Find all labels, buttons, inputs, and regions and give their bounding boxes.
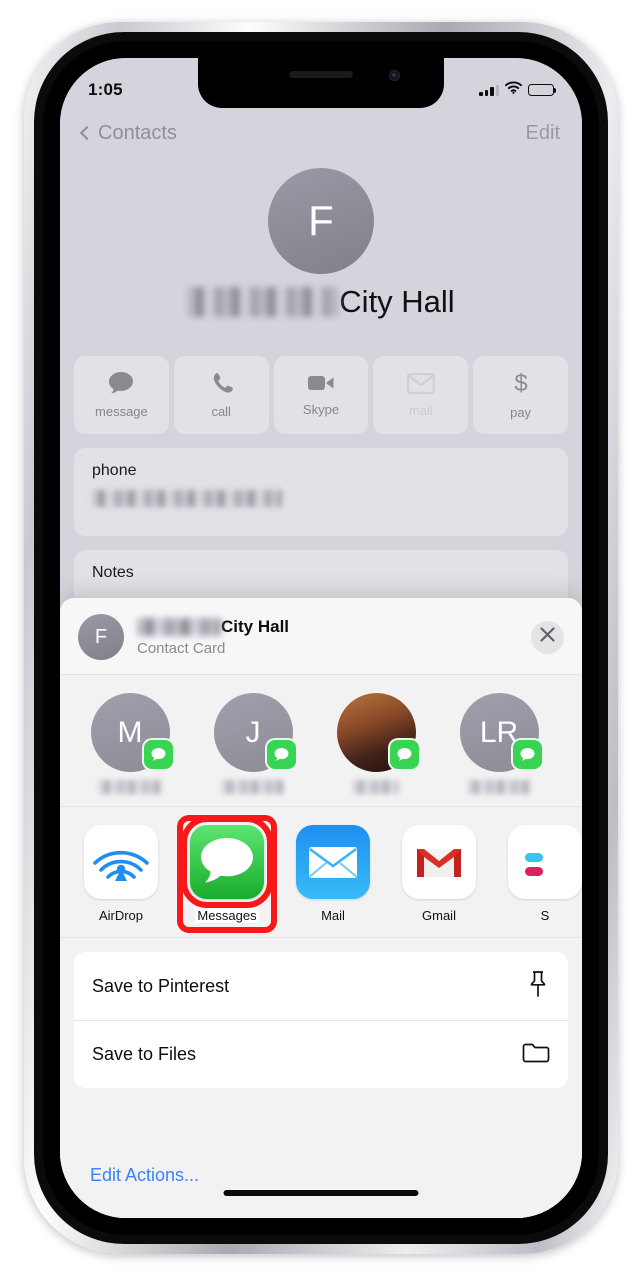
redacted-phone-number	[92, 490, 282, 507]
person-avatar-photo	[336, 693, 419, 772]
share-app-messages[interactable]: Messages	[177, 815, 277, 933]
person-initials: LR	[479, 715, 519, 749]
action-save-to-pinterest[interactable]: Save to Pinterest	[74, 952, 568, 1020]
edit-actions-button[interactable]: Edit Actions...	[60, 1149, 582, 1208]
phone-handset-icon	[209, 371, 234, 395]
gmail-icon	[402, 825, 476, 899]
share-app-mail[interactable]: Mail	[294, 825, 372, 923]
redacted-person-name	[222, 780, 284, 794]
person-avatar: M	[90, 693, 173, 772]
share-sheet-title-text: City Hall	[221, 617, 290, 636]
messages-icon	[181, 816, 273, 908]
quick-action-label: pay	[510, 405, 532, 420]
share-sheet-avatar: F	[78, 614, 124, 660]
message-bubble-icon	[108, 371, 134, 395]
status-bar-time: 1:05	[88, 80, 123, 99]
navigation-bar: Contacts Edit	[60, 114, 582, 152]
redacted-person-name	[353, 780, 399, 794]
pushpin-icon	[526, 970, 550, 1003]
share-sheet-title: City Hall	[137, 617, 531, 637]
contact-name-text: City Hall	[339, 284, 455, 319]
edit-button[interactable]: Edit	[526, 122, 560, 145]
suggested-person[interactable]: J	[205, 693, 301, 794]
home-indicator[interactable]	[223, 1190, 419, 1196]
suggested-people-row: M J LR	[60, 675, 582, 807]
folder-icon	[522, 1041, 550, 1069]
back-to-contacts-button[interactable]: Contacts	[79, 121, 177, 145]
quick-action-label: message	[95, 404, 148, 419]
action-save-to-files[interactable]: Save to Files	[74, 1020, 568, 1088]
video-camera-icon	[307, 373, 335, 393]
person-avatar: J	[213, 693, 296, 772]
field-label: Notes	[92, 564, 134, 581]
share-app-label: Gmail	[422, 908, 456, 923]
airdrop-icon	[84, 825, 158, 899]
share-sheet: F City Hall Contact Card M J LR AirDrop …	[60, 598, 582, 1218]
share-sheet-footer: Edit Actions...	[60, 1149, 582, 1218]
battery-icon	[528, 83, 557, 97]
contact-avatar: F	[268, 168, 374, 274]
messages-badge-icon	[266, 740, 296, 769]
quick-action-skype[interactable]: Skype	[273, 356, 369, 434]
quick-action-pay[interactable]: $ pay	[473, 356, 568, 434]
person-avatar: LR	[459, 693, 542, 772]
redacted-title-prefix	[137, 618, 221, 636]
quick-action-label: Skype	[302, 402, 340, 417]
share-sheet-titles: City Hall Contact Card	[137, 617, 531, 657]
share-sheet-subtitle: Contact Card	[137, 640, 226, 657]
share-avatar-initial: F	[94, 625, 108, 648]
person-initials: J	[245, 715, 261, 749]
messages-badge-icon	[143, 740, 173, 769]
share-sheet-header: F City Hall Contact Card	[60, 598, 582, 675]
slack-icon	[508, 825, 582, 899]
close-x-icon	[540, 627, 555, 647]
share-app-label: Mail	[321, 908, 345, 923]
person-initials: M	[117, 715, 143, 749]
redacted-name-prefix	[187, 287, 340, 317]
phone-screen: Contacts Edit F City Hall message call S…	[60, 58, 582, 1218]
share-app-gmail[interactable]: Gmail	[400, 825, 478, 923]
share-actions-list: Save to Pinterest Save to Files	[74, 952, 568, 1088]
quick-actions-row: message call Skype mail $ pay	[70, 356, 572, 434]
share-apps-row: AirDrop Messages Mail Gmail S	[60, 807, 582, 938]
chevron-left-icon	[79, 125, 95, 141]
close-share-sheet-button[interactable]	[531, 620, 564, 654]
screenshot-root: Contacts Edit F City Hall message call S…	[0, 0, 642, 1274]
redacted-person-name	[99, 780, 161, 794]
share-app-label: AirDrop	[98, 908, 144, 923]
status-bar-indicators	[479, 81, 557, 99]
share-app-slack[interactable]: S	[506, 825, 582, 923]
contact-avatar-initial: F	[308, 197, 334, 244]
front-camera	[389, 70, 400, 81]
quick-action-label: mail	[408, 402, 433, 418]
field-label: phone	[92, 462, 137, 479]
quick-action-message[interactable]: message	[74, 356, 169, 434]
notch	[198, 58, 444, 108]
messages-badge-icon	[512, 740, 542, 769]
share-app-label: Messages	[195, 908, 259, 923]
redacted-person-name	[468, 780, 530, 794]
mail-icon	[296, 825, 370, 899]
wifi-icon	[505, 81, 522, 99]
action-label: Save to Files	[92, 1044, 197, 1064]
suggested-person[interactable]	[328, 693, 424, 794]
share-app-label: S	[540, 908, 550, 923]
contact-field-phone[interactable]: phone	[74, 448, 568, 536]
action-label: Save to Pinterest	[92, 975, 230, 996]
quick-action-call[interactable]: call	[173, 356, 269, 434]
earpiece-speaker	[289, 71, 353, 78]
quick-action-label: call	[211, 404, 231, 419]
share-app-airdrop[interactable]: AirDrop	[82, 825, 160, 923]
back-button-label: Contacts	[98, 121, 177, 144]
suggested-person[interactable]	[574, 693, 582, 794]
svg-text:$: $	[514, 370, 527, 396]
suggested-person[interactable]: M	[82, 693, 178, 794]
cellular-bars-icon	[479, 84, 499, 96]
quick-action-mail: mail	[373, 356, 469, 434]
messages-badge-icon	[389, 740, 419, 769]
envelope-icon	[406, 372, 435, 394]
contact-name: City Hall	[60, 284, 582, 320]
dollar-sign-icon: $	[512, 370, 530, 396]
suggested-person[interactable]: LR	[451, 693, 547, 794]
